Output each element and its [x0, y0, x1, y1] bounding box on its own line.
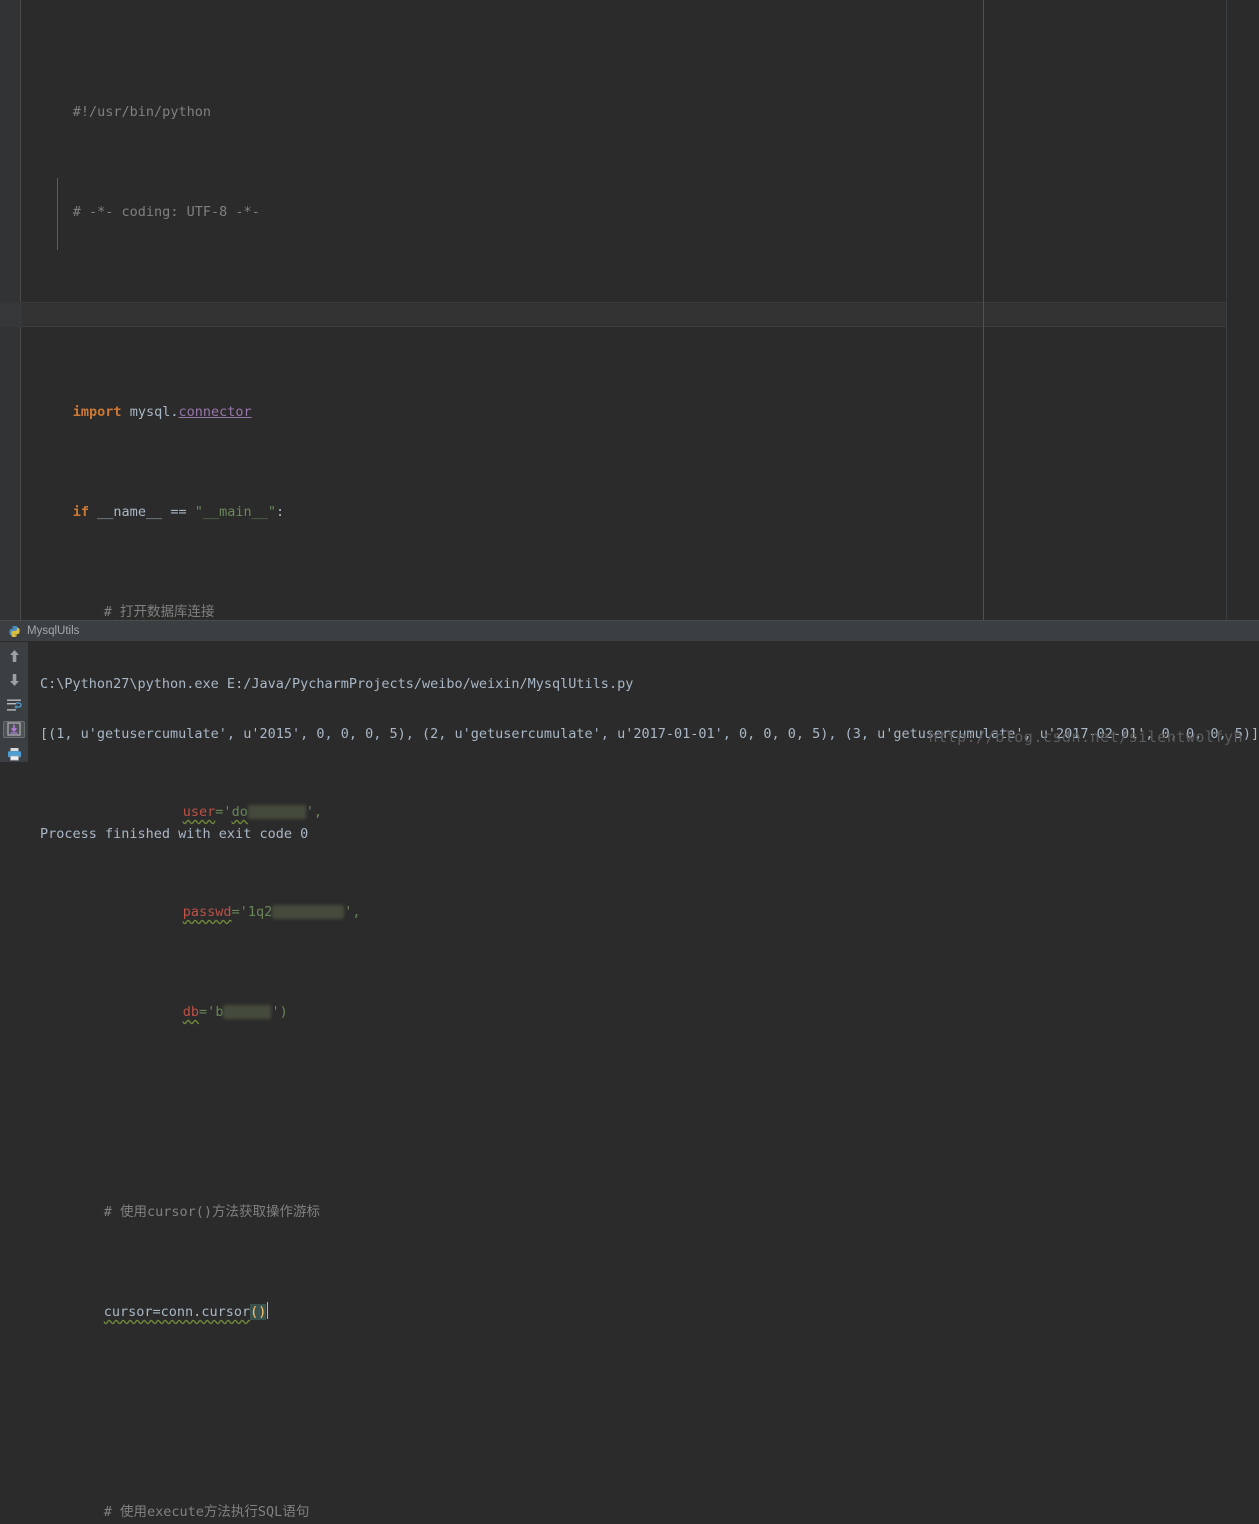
token-user-prefix: do — [231, 804, 248, 820]
scroll-to-end-icon — [7, 722, 21, 736]
code-line[interactable]: db='b ') — [22, 975, 1226, 1020]
token-colon: : — [276, 504, 285, 520]
scroll-up-button[interactable] — [3, 648, 25, 664]
token-equals-quote: =' — [215, 804, 232, 820]
token-module-connector-link[interactable]: connector — [178, 404, 251, 420]
token-cursor-assignment: cursor=conn.cursor — [103, 1304, 251, 1320]
arrow-down-icon — [9, 674, 19, 687]
token-kwarg-user: user — [182, 804, 216, 820]
redacted-username — [247, 805, 306, 819]
console-command-line: C:\Python27\python.exe E:/Java/PycharmPr… — [40, 676, 634, 692]
watermark-text: http://blog.csdn.net/silentwolfyh — [928, 728, 1243, 746]
print-button[interactable] — [3, 746, 25, 762]
code-line-blank[interactable] — [22, 1075, 1226, 1100]
console-toolbar[interactable] — [0, 642, 28, 762]
printer-icon — [7, 747, 21, 761]
token-matched-parentheses: () — [250, 1304, 267, 1320]
tab-mysqlutils[interactable]: MysqlUtils — [0, 620, 89, 642]
token-kwarg-db: db — [182, 1004, 200, 1020]
soft-wrap-button[interactable] — [3, 697, 25, 713]
token-comment-open-database: # 打开数据库连接 — [103, 604, 215, 620]
token-equals-quote: =' — [231, 904, 248, 920]
console-tab-bar[interactable]: MysqlUtils — [0, 620, 1259, 642]
arrow-up-icon — [9, 650, 19, 663]
run-console-panel[interactable]: MysqlUtils C:\Python27\python.exe E:/Jav… — [0, 620, 1259, 842]
code-content[interactable]: #!/usr/bin/python # -*- coding: UTF-8 -*… — [22, 0, 1226, 1520]
scroll-to-end-button[interactable] — [3, 720, 25, 738]
tab-label: MysqlUtils — [27, 625, 80, 637]
token-passwd-prefix: 1q2 — [247, 904, 273, 920]
token-quote-paren-db: ') — [271, 1004, 288, 1020]
code-line[interactable]: # -*- coding: UTF-8 -*- — [22, 175, 1226, 220]
code-line[interactable]: import mysql.connector — [22, 375, 1226, 420]
code-line[interactable]: #!/usr/bin/python — [22, 75, 1226, 120]
current-line-gutter-highlight — [0, 302, 22, 327]
token-keyword-if: if — [72, 504, 90, 520]
token-dunder-main: __main__ — [202, 504, 268, 520]
token-db-prefix: b — [215, 1004, 224, 1020]
redacted-database-name — [223, 1005, 272, 1019]
python-file-icon — [8, 625, 21, 638]
token-quote-comma-user: ', — [305, 804, 323, 820]
code-line[interactable]: # 使用execute方法执行SQL语句 — [22, 1475, 1226, 1520]
token-comment-cursor-method: # 使用cursor()方法获取操作游标 — [103, 1204, 321, 1220]
token-shebang: #!/usr/bin/python — [72, 104, 211, 120]
token-kwarg-passwd: passwd — [182, 904, 232, 920]
code-line[interactable]: cursor=conn.cursor() — [22, 1275, 1226, 1320]
code-line[interactable]: passwd='1q2 ', — [22, 875, 1226, 920]
code-line[interactable]: # 打开数据库连接 — [22, 575, 1226, 620]
scroll-down-button[interactable] — [3, 672, 25, 688]
token-quote-close: " — [267, 504, 277, 520]
token-comment-execute-method: # 使用execute方法执行SQL语句 — [103, 1504, 310, 1520]
token-quote-open: " — [194, 504, 203, 520]
soft-wrap-icon — [7, 699, 22, 711]
text-caret — [267, 1302, 269, 1319]
editor-right-gutter[interactable] — [1226, 0, 1259, 620]
code-line-blank[interactable] — [22, 1375, 1226, 1400]
redacted-password — [272, 905, 345, 919]
token-dunder-name: __name__ == — [89, 504, 195, 520]
token-keyword-import: import — [72, 404, 122, 420]
code-line[interactable]: if __name__ == "__main__": — [22, 475, 1226, 520]
token-module-mysql: mysql. — [121, 404, 179, 420]
console-status-line: Process finished with exit code 0 — [40, 826, 309, 842]
code-editor[interactable]: #!/usr/bin/python # -*- coding: UTF-8 -*… — [0, 0, 1259, 1520]
code-line[interactable]: # 使用cursor()方法获取操作游标 — [22, 1175, 1226, 1220]
token-coding-declaration: # -*- coding: UTF-8 -*- — [72, 204, 260, 220]
token-equals-quote: =' — [199, 1004, 216, 1020]
code-line-blank[interactable] — [22, 275, 1226, 300]
token-quote-comma-passwd: ', — [344, 904, 361, 920]
